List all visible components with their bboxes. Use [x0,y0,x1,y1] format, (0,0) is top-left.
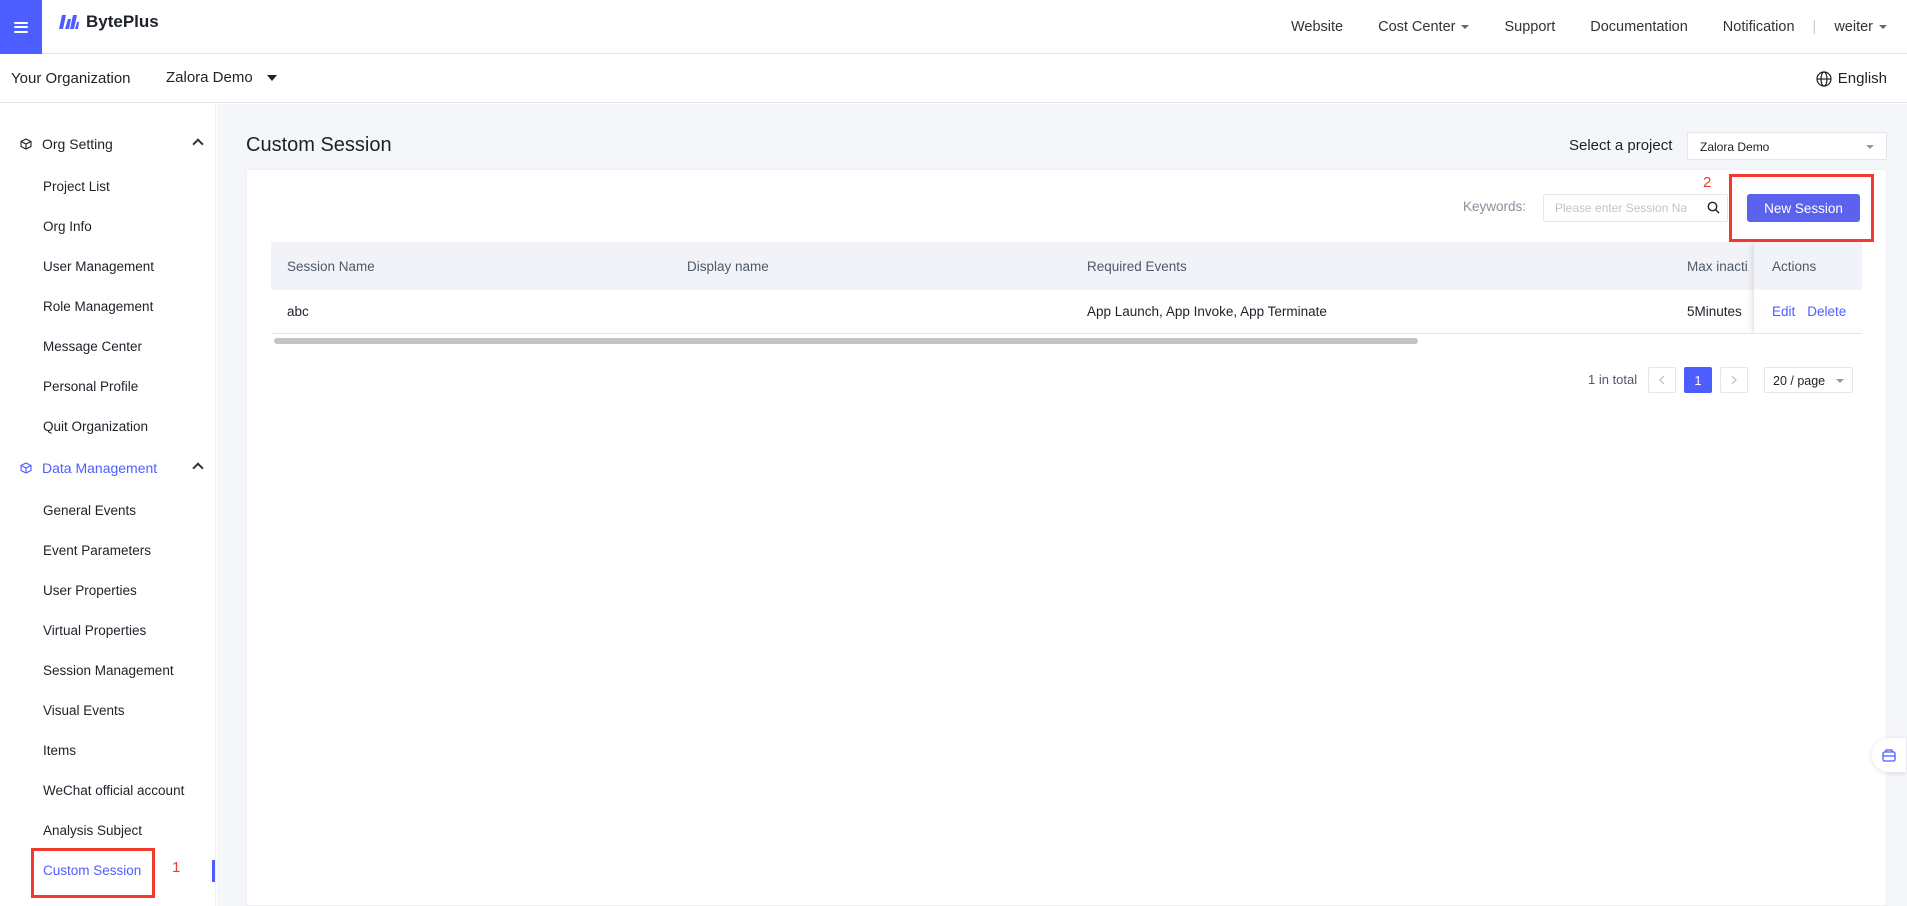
nav-cost-center-label: Cost Center [1378,19,1456,35]
org-bar: Your Organization Zalora Demo English [0,55,1907,103]
delete-link[interactable]: Delete [1807,304,1846,319]
org-select[interactable]: Zalora Demo [166,69,277,86]
sidebar-active-indicator [212,860,215,882]
logo[interactable]: BytePlus [58,12,159,32]
top-nav: Website Cost Center Support Documentatio… [1256,0,1887,54]
toolbox-icon [1882,749,1896,762]
annotation-box-1 [31,848,155,898]
org-label: Your Organization [11,70,131,87]
globe-icon [1816,70,1832,87]
language-label: English [1837,70,1887,87]
cell-session-name: abc [287,304,309,319]
actions-column: Actions Edit Delete [1753,242,1862,334]
project-select[interactable]: Zalora Demo [1687,132,1887,160]
nav-divider: | [1812,19,1817,35]
caret-down-icon [266,74,277,81]
sidebar-group-label: Data Management [42,460,158,476]
col-max-inactive: Max inacti [1687,258,1748,274]
byteplus-logo-icon [59,15,79,29]
col-session-name: Session Name [287,258,375,274]
row-actions: Edit Delete [1754,290,1862,334]
top-bar: BytePlus Website Cost Center Support Doc… [0,0,1907,54]
sidebar-item-project-list[interactable]: Project List [43,179,110,194]
cell-max-inactive: 5Minutes [1687,304,1742,319]
annotation-box-2 [1729,174,1874,242]
page-size-select[interactable]: 20 / page [1764,367,1853,393]
caret-down-icon [1461,25,1470,29]
language-switch[interactable]: English [1816,70,1887,87]
nav-support[interactable]: Support [1504,19,1555,35]
scrollbar-thumb[interactable] [274,338,1418,344]
nav-cost-center[interactable]: Cost Center [1378,19,1470,35]
sidebar-item-personal-profile[interactable]: Personal Profile [43,379,138,394]
sidebar-item-session-management[interactable]: Session Management [43,663,174,678]
cell-required-events: App Launch, App Invoke, App Terminate [1087,304,1327,319]
sidebar-item-visual-events[interactable]: Visual Events [43,703,125,718]
table-row: abc App Launch, App Invoke, App Terminat… [271,290,1861,334]
sidebar-item-user-properties[interactable]: User Properties [43,583,137,598]
col-actions: Actions [1754,242,1862,290]
project-selected: Zalora Demo [1700,140,1770,154]
page-number-current[interactable]: 1 [1684,367,1712,393]
sidebar-group-data-management[interactable]: Data Management [20,460,204,476]
sidebar-item-general-events[interactable]: General Events [43,503,136,518]
nav-notification[interactable]: Notification [1723,19,1795,35]
sidebar-group-label: Org Setting [42,136,113,152]
sidebar-item-analysis-subject[interactable]: Analysis Subject [43,823,142,838]
sidebar-group-org-setting[interactable]: Org Setting [20,136,204,152]
search-icon[interactable] [1707,201,1720,214]
chevron-left-icon [1659,375,1665,385]
org-selected: Zalora Demo [166,69,253,86]
cube-icon [20,462,32,474]
floating-helper-button[interactable] [1872,738,1906,772]
col-required-events: Required Events [1087,258,1187,274]
search-input[interactable] [1543,194,1728,222]
keywords-label: Keywords: [1463,199,1527,214]
page-size-value: 20 / page [1773,374,1826,388]
user-name: weiter [1834,19,1873,35]
sidebar-item-user-management[interactable]: User Management [43,259,154,274]
sidebar-item-virtual-properties[interactable]: Virtual Properties [43,623,146,638]
horizontal-scrollbar[interactable] [271,334,1861,346]
caret-down-icon [1866,145,1874,149]
caret-down-icon [1836,379,1844,383]
prev-page-button[interactable] [1648,367,1676,393]
hamburger-icon [14,21,28,33]
nav-documentation[interactable]: Documentation [1590,19,1688,35]
project-label: Select a project [1569,137,1673,154]
next-page-button[interactable] [1720,367,1748,393]
col-display-name: Display name [687,258,769,274]
sidebar-item-org-info[interactable]: Org Info [43,219,92,234]
sidebar-item-wechat-official-account[interactable]: WeChat official account [43,783,184,798]
sidebar-item-role-management[interactable]: Role Management [43,299,153,314]
brand-name: BytePlus [86,12,159,31]
sidebar-item-event-parameters[interactable]: Event Parameters [43,543,151,558]
menu-button[interactable] [0,0,42,54]
sidebar-item-message-center[interactable]: Message Center [43,339,142,354]
caret-down-icon [1879,25,1887,29]
table-header: Session Name Display name Required Event… [271,242,1861,290]
cube-icon [20,138,32,150]
nav-website[interactable]: Website [1291,19,1343,35]
annotation-number-1: 1 [172,859,181,876]
sidebar-item-quit-organization[interactable]: Quit Organization [43,419,148,434]
sidebar-item-items[interactable]: Items [43,743,76,758]
page-title: Custom Session [246,134,392,156]
chevron-right-icon [1731,375,1737,385]
pagination-total: 1 in total [1588,372,1638,387]
user-menu[interactable]: weiter [1834,19,1887,35]
edit-link[interactable]: Edit [1772,304,1795,319]
annotation-number-2: 2 [1703,174,1712,191]
